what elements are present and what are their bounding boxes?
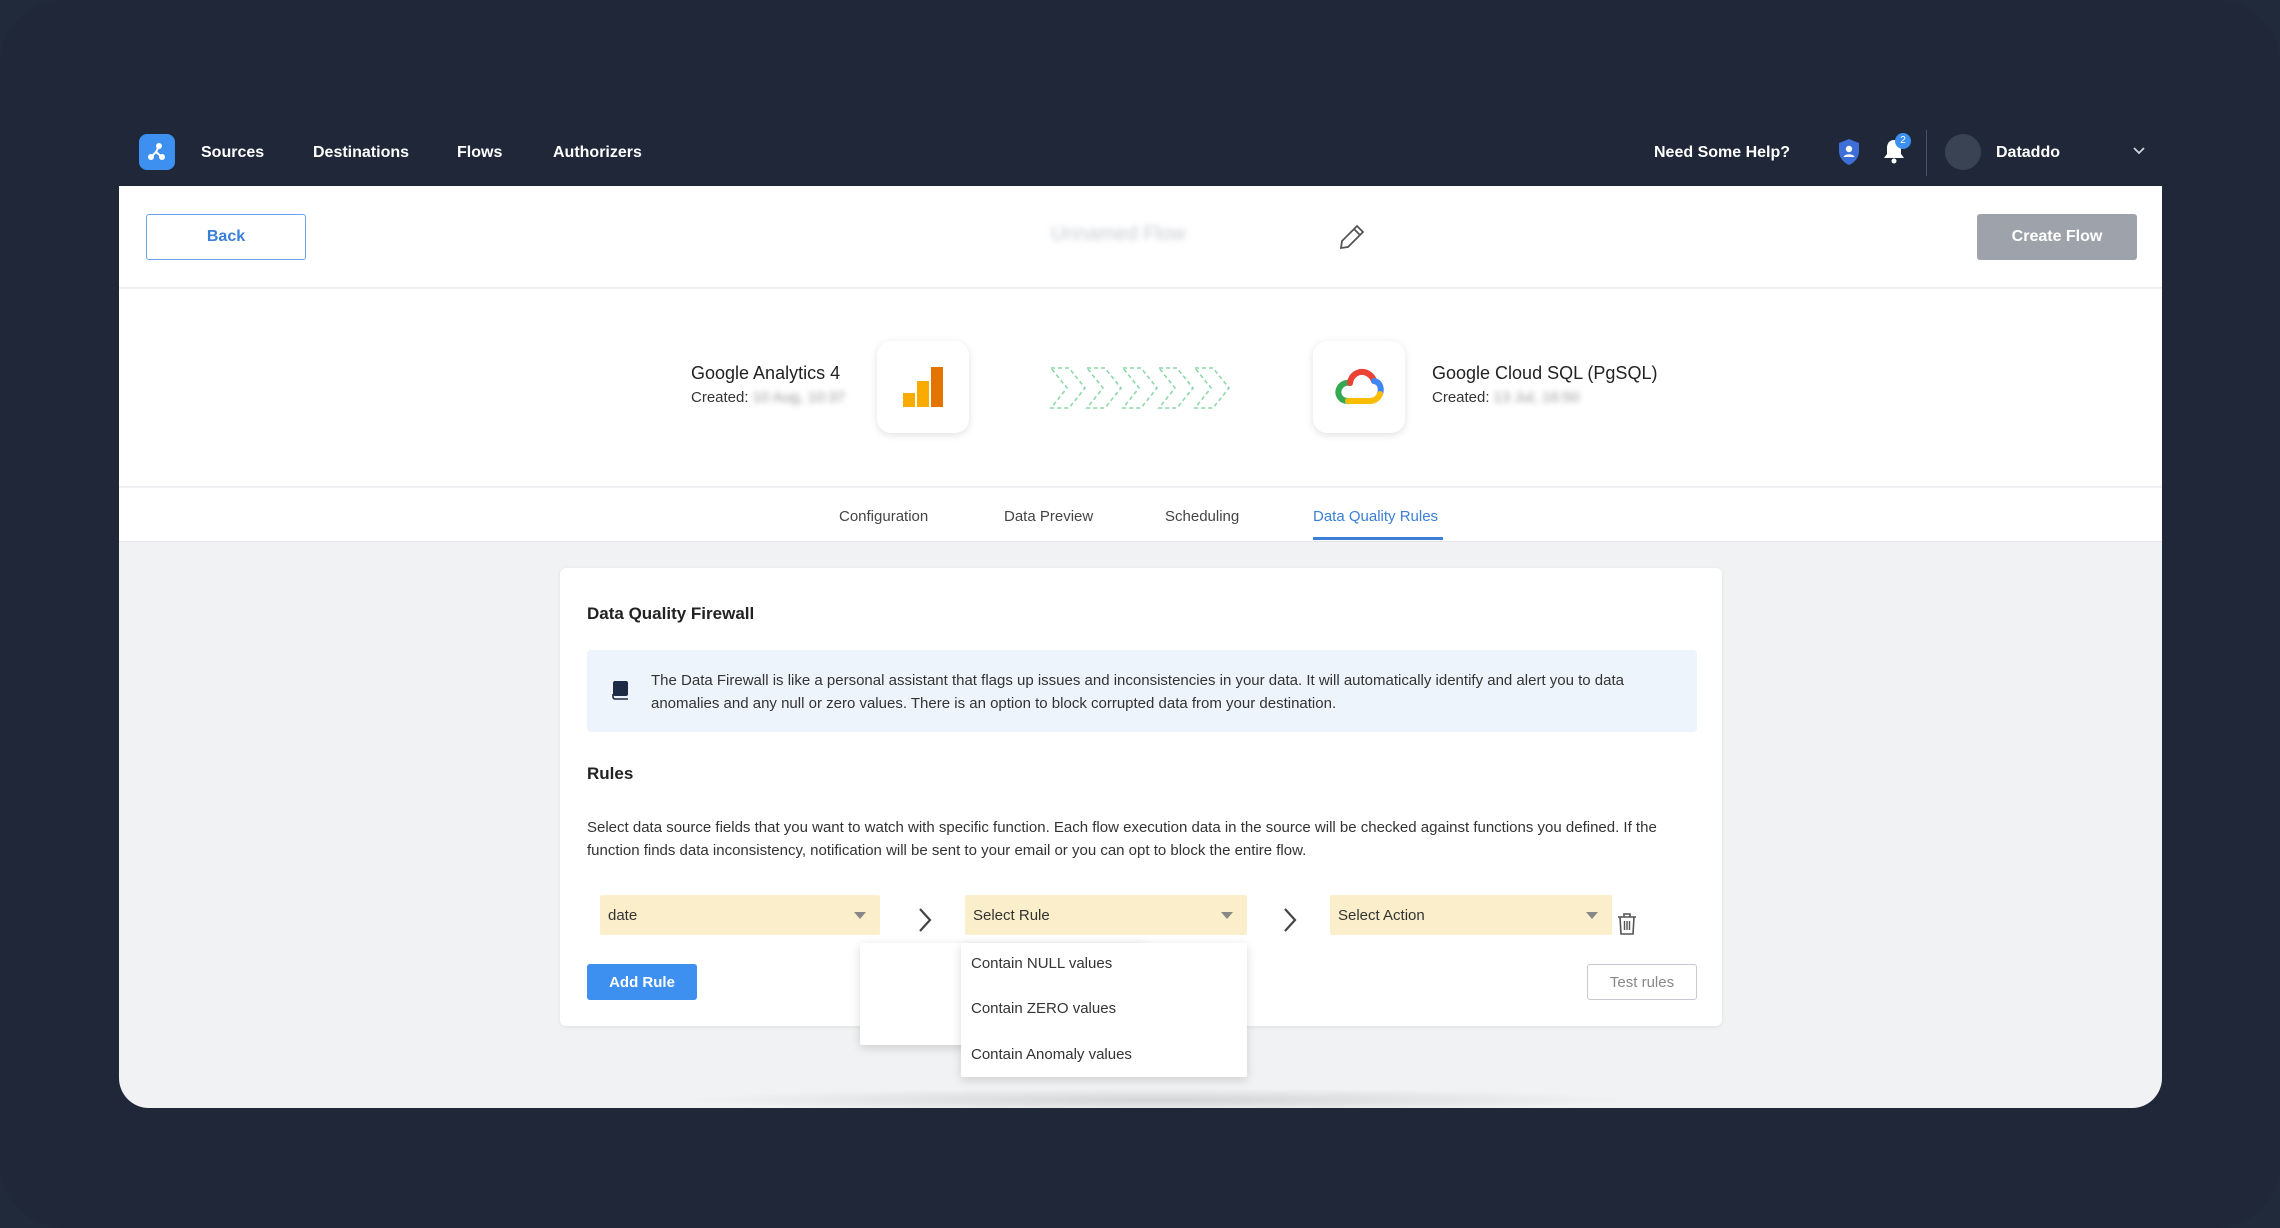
add-rule-button[interactable]: Add Rule: [587, 964, 697, 1000]
pencil-edit-icon[interactable]: [1337, 222, 1367, 257]
rule-option-anomaly[interactable]: Contain Anomaly values: [971, 1046, 1132, 1063]
rule-option-null[interactable]: Contain NULL values: [971, 955, 1112, 972]
source-name: Google Analytics 4: [691, 363, 841, 383]
avatar[interactable]: [1945, 134, 1981, 170]
google-analytics-icon: [877, 341, 969, 433]
destination-created: Created: 13 Jul, 16:50: [1432, 389, 1579, 406]
app-frame: Sources Destinations Flows Authorizers N…: [0, 0, 2280, 1228]
trash-icon[interactable]: [1616, 912, 1638, 941]
book-icon: [612, 680, 630, 705]
destination-created-value: 13 Jul, 16:50: [1493, 389, 1580, 406]
source-created-label: Created:: [691, 389, 749, 406]
rules-description: Select data source fields that you want …: [587, 819, 1657, 859]
card-shadow: [679, 1088, 1639, 1108]
chevron-down-icon[interactable]: [2131, 142, 2147, 163]
tab-data-preview[interactable]: Data Preview: [1004, 508, 1093, 525]
rule-select-placeholder: Select Rule: [973, 906, 1050, 924]
source-created-value: 10 Aug, 10:37: [752, 389, 846, 406]
help-link[interactable]: Need Some Help?: [1654, 144, 1790, 162]
top-navigation: Sources Destinations Flows Authorizers N…: [119, 118, 2162, 186]
dataddo-logo-icon[interactable]: [139, 134, 175, 170]
action-select-placeholder: Select Action: [1338, 906, 1425, 924]
destination-name: Google Cloud SQL (PgSQL): [1432, 363, 1658, 383]
create-flow-button[interactable]: Create Flow: [1977, 214, 2137, 260]
google-cloud-icon: [1313, 341, 1405, 433]
rule-option-zero[interactable]: Contain ZERO values: [971, 1000, 1116, 1017]
rule-select[interactable]: Select Rule: [965, 895, 1247, 935]
flow-name[interactable]: Unnamed Flow: [1051, 223, 1186, 246]
action-select[interactable]: Select Action: [1330, 895, 1612, 935]
nav-sources[interactable]: Sources: [201, 144, 264, 162]
caret-down-icon: [854, 912, 866, 919]
firewall-title: Data Quality Firewall: [587, 604, 755, 623]
flow-header: Back Unnamed Flow Create Flow: [119, 186, 2162, 288]
user-name[interactable]: Dataddo: [1996, 144, 2060, 162]
test-rules-button[interactable]: Test rules: [1587, 964, 1697, 1000]
caret-down-icon: [1586, 912, 1598, 919]
back-button[interactable]: Back: [146, 214, 306, 260]
nav-divider: [1926, 130, 1927, 176]
connection-overview: Google Analytics 4 Created: 10 Aug, 10:37: [119, 289, 2162, 487]
nav-authorizers[interactable]: Authorizers: [553, 144, 642, 162]
tab-scheduling[interactable]: Scheduling: [1165, 508, 1239, 525]
source-created: Created: 10 Aug, 10:37: [691, 389, 845, 406]
flow-tabs: Configuration Data Preview Scheduling Da…: [119, 488, 2162, 542]
shield-user-icon[interactable]: [1837, 138, 1861, 171]
firewall-info-text: The Data Firewall is like a personal ass…: [651, 672, 1625, 712]
destination-created-label: Created:: [1432, 389, 1490, 406]
rule-options: Contain NULL values Contain ZERO values …: [961, 943, 1247, 1077]
active-tab-indicator: [1313, 537, 1443, 540]
rules-title: Rules: [587, 764, 634, 783]
nav-flows[interactable]: Flows: [457, 144, 502, 162]
caret-down-icon: [1221, 912, 1233, 919]
nav-destinations[interactable]: Destinations: [313, 144, 409, 162]
notification-badge: 2: [1895, 133, 1911, 149]
firewall-info-box: The Data Firewall is like a personal ass…: [587, 650, 1697, 732]
field-select[interactable]: date: [600, 895, 880, 935]
flow-arrows-icon: [1049, 365, 1235, 416]
tab-data-quality-rules[interactable]: Data Quality Rules: [1313, 508, 1438, 525]
tab-configuration[interactable]: Configuration: [839, 508, 928, 525]
chevron-right-icon: [1281, 906, 1299, 939]
field-select-value: date: [608, 906, 638, 924]
chevron-right-icon: [916, 906, 934, 939]
